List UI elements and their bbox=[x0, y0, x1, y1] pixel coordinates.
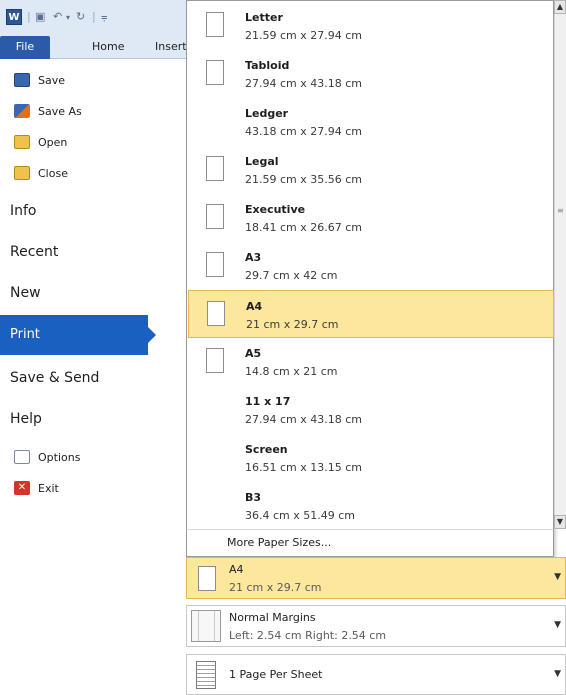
paper-size-item[interactable]: Legal 21.59 cm x 35.56 cm bbox=[188, 146, 554, 194]
nav-print[interactable]: Print bbox=[0, 315, 148, 355]
paper-size-item[interactable]: 11 x 17 27.94 cm x 43.18 cm bbox=[188, 386, 554, 434]
word-app-icon[interactable]: W bbox=[6, 9, 22, 25]
nav-close[interactable]: Close bbox=[14, 162, 68, 184]
nav-save[interactable]: Save bbox=[14, 69, 65, 91]
paper-size-dims: 21 cm x 29.7 cm bbox=[229, 581, 322, 594]
nav-recent[interactable]: Recent bbox=[10, 237, 58, 267]
more-paper-sizes-link[interactable]: More Paper Sizes... bbox=[186, 529, 554, 557]
nav-label: Open bbox=[38, 135, 68, 149]
scrollbar[interactable] bbox=[554, 0, 566, 529]
paper-size-name: Letter bbox=[245, 11, 283, 24]
paper-icon bbox=[198, 566, 216, 591]
nav-label: Close bbox=[38, 166, 68, 180]
paper-size-name: 11 x 17 bbox=[245, 395, 291, 408]
paper-size-item[interactable]: B3 36.4 cm x 51.49 cm bbox=[188, 482, 554, 530]
paper-size-dimensions: 29.7 cm x 42 cm bbox=[245, 269, 338, 282]
paper-size-name: A5 bbox=[245, 347, 262, 360]
paper-size-name: B3 bbox=[245, 491, 262, 504]
scroll-grip-icon[interactable]: ≡ bbox=[557, 206, 564, 215]
paper-size-item[interactable]: Screen 16.51 cm x 13.15 cm bbox=[188, 434, 554, 482]
margins-icon bbox=[191, 610, 221, 642]
customize-quick-access-icon[interactable]: ⩦ bbox=[101, 10, 107, 24]
paper-portrait-icon bbox=[206, 12, 224, 37]
paper-size-dimensions: 18.41 cm x 26.67 cm bbox=[245, 221, 363, 234]
pages-per-sheet-selector[interactable]: 1 Page Per Sheet ▼ bbox=[186, 654, 566, 695]
nav-options[interactable]: Options bbox=[14, 446, 80, 468]
margins-selector[interactable]: Normal Margins Left: 2.54 cm Right: 2.54… bbox=[186, 605, 566, 647]
undo-icon[interactable]: ↶ bbox=[53, 10, 62, 23]
close-folder-icon bbox=[14, 166, 30, 180]
paper-size-name: Executive bbox=[245, 203, 306, 216]
nav-help[interactable]: Help bbox=[10, 404, 42, 434]
paper-size-title: A4 bbox=[229, 563, 244, 576]
paper-size-name: A3 bbox=[245, 251, 262, 264]
nav-exit[interactable]: ✕ Exit bbox=[14, 477, 59, 499]
separator-icon: | bbox=[92, 10, 96, 23]
exit-icon: ✕ bbox=[14, 481, 30, 495]
nav-new[interactable]: New bbox=[10, 278, 41, 308]
nav-label: Save bbox=[38, 73, 66, 87]
paper-size-dimensions: 14.8 cm x 21 cm bbox=[245, 365, 338, 378]
selected-arrow-icon bbox=[148, 327, 156, 343]
paper-size-name: Tabloid bbox=[245, 59, 290, 72]
paper-size-item[interactable]: A3 29.7 cm x 42 cm bbox=[188, 242, 554, 290]
separator-icon: | bbox=[27, 10, 31, 23]
tab-file[interactable]: File bbox=[0, 36, 50, 59]
paper-portrait-icon bbox=[206, 60, 224, 85]
tab-home[interactable]: Home bbox=[92, 40, 124, 53]
paper-portrait-icon bbox=[206, 348, 224, 373]
paper-portrait-icon bbox=[206, 204, 224, 229]
paper-size-dropdown: Letter 21.59 cm x 27.94 cm Tabloid 27.94 cm… bbox=[186, 0, 554, 556]
chevron-down-icon: ▼ bbox=[554, 620, 561, 630]
paper-portrait-icon bbox=[206, 156, 224, 181]
paper-size-name: Legal bbox=[245, 155, 279, 168]
redo-icon[interactable]: ↻ bbox=[76, 10, 85, 23]
paper-size-item[interactable]: Tabloid 27.94 cm x 43.18 cm bbox=[188, 50, 554, 98]
paper-size-item[interactable]: A5 14.8 cm x 21 cm bbox=[188, 338, 554, 386]
paper-portrait-icon bbox=[206, 252, 224, 277]
nav-save-send[interactable]: Save & Send bbox=[10, 363, 99, 393]
save-icon bbox=[14, 73, 30, 87]
paper-size-name: A4 bbox=[246, 300, 263, 313]
paper-size-item[interactable]: Executive 18.41 cm x 26.67 cm bbox=[188, 194, 554, 242]
nav-label: Exit bbox=[38, 481, 59, 495]
scroll-up-button[interactable]: ▲ bbox=[554, 0, 566, 14]
options-icon bbox=[14, 450, 30, 464]
paper-size-dimensions: 16.51 cm x 13.15 cm bbox=[245, 461, 363, 474]
paper-size-dimensions: 21 cm x 29.7 cm bbox=[246, 318, 339, 331]
paper-size-name: Screen bbox=[245, 443, 288, 456]
scroll-down-button[interactable]: ▼ bbox=[554, 515, 566, 529]
nav-label: Save As bbox=[38, 104, 82, 118]
open-folder-icon bbox=[14, 135, 30, 149]
nav-open[interactable]: Open bbox=[14, 131, 67, 153]
paper-size-dimensions: 27.94 cm x 43.18 cm bbox=[245, 77, 363, 90]
paper-size-item[interactable]: A4 21 cm x 29.7 cm bbox=[188, 290, 554, 338]
paper-portrait-icon bbox=[207, 301, 225, 326]
paper-size-dimensions: 27.94 cm x 43.18 cm bbox=[245, 413, 363, 426]
save-icon[interactable]: ▣ bbox=[35, 10, 45, 23]
chevron-down-icon: ▼ bbox=[554, 669, 561, 679]
nav-info[interactable]: Info bbox=[10, 196, 37, 226]
paper-size-dimensions: 43.18 cm x 27.94 cm bbox=[245, 125, 363, 138]
tab-insert[interactable]: Insert bbox=[155, 40, 187, 53]
pages-per-sheet-title: 1 Page Per Sheet bbox=[229, 668, 323, 681]
paper-size-name: Ledger bbox=[245, 107, 289, 120]
paper-size-dimensions: 21.59 cm x 35.56 cm bbox=[245, 173, 363, 186]
paper-size-item[interactable]: Letter 21.59 cm x 27.94 cm bbox=[188, 2, 554, 50]
save-as-icon bbox=[14, 104, 30, 118]
nav-save-as[interactable]: Save As bbox=[14, 100, 82, 122]
paper-size-selector[interactable]: A4 21 cm x 29.7 cm ▼ bbox=[186, 557, 566, 599]
nav-label: Options bbox=[38, 450, 81, 464]
page-icon bbox=[196, 661, 216, 689]
margins-title: Normal Margins bbox=[229, 611, 316, 624]
paper-size-dimensions: 21.59 cm x 27.94 cm bbox=[245, 29, 363, 42]
paper-size-dimensions: 36.4 cm x 51.49 cm bbox=[245, 509, 356, 522]
chevron-down-icon: ▼ bbox=[554, 572, 561, 582]
undo-dropdown-icon[interactable]: ▾ bbox=[66, 13, 70, 22]
margins-dims: Left: 2.54 cm Right: 2.54 cm bbox=[229, 629, 387, 642]
paper-size-item[interactable]: Ledger 43.18 cm x 27.94 cm bbox=[188, 98, 554, 146]
